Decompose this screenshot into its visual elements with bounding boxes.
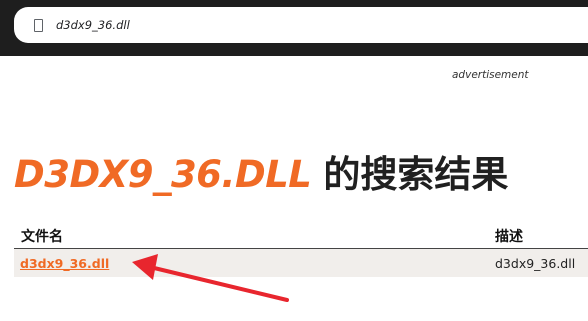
page-title-suffix: 的搜索结果 [323, 153, 509, 196]
page-icon [34, 18, 43, 32]
column-header-description: 描述 [495, 229, 523, 245]
column-header-filename: 文件名 [21, 229, 63, 245]
page-title-query: D3DX9_36.DLL [14, 153, 312, 196]
address-bar[interactable]: d3dx9_36.dll [14, 7, 588, 43]
address-bar-url[interactable]: d3dx9_36.dll [56, 18, 130, 32]
advertisement-label: advertisement [452, 69, 529, 81]
result-file-link[interactable]: d3dx9_36.dll [20, 256, 109, 271]
browser-toolbar: d3dx9_36.dll [0, 0, 588, 56]
page-title: D3DX9_36.DLL 的搜索结果 [14, 147, 508, 203]
result-description: d3dx9_36.dll [495, 256, 576, 271]
